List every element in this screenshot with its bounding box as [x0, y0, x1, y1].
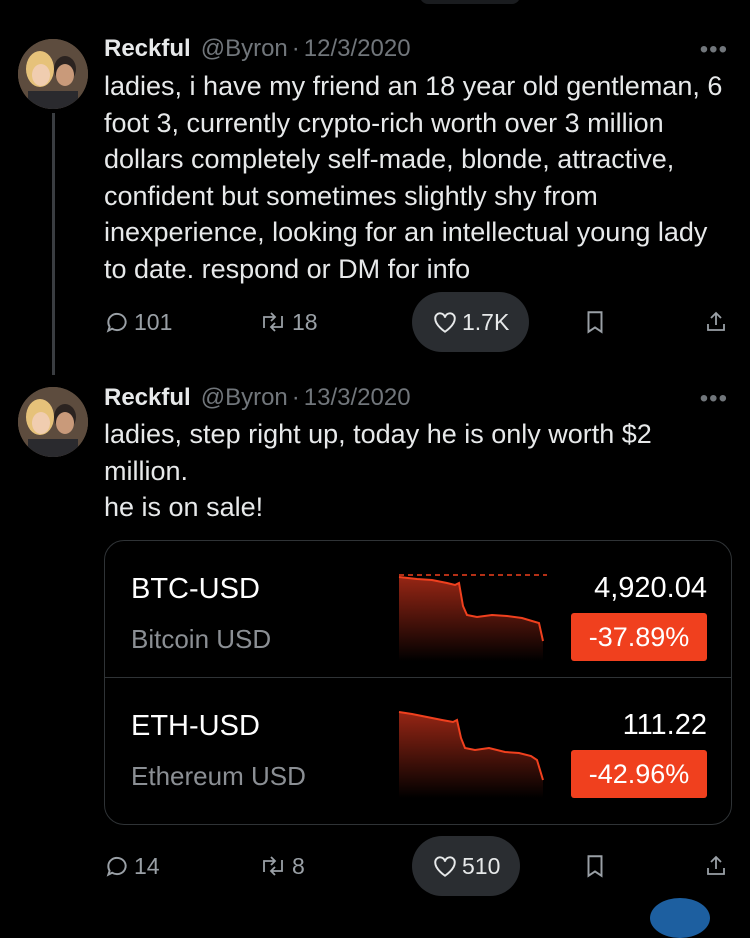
display-name[interactable]: Reckful — [104, 35, 191, 63]
tweet-text: ladies, step right up, today he is only … — [104, 416, 704, 526]
tweet-text: ladies, i have my friend an 18 year old … — [104, 68, 734, 287]
ticker-name: Ethereum USD — [131, 761, 306, 791]
ticker-symbol: ETH-USD — [131, 710, 260, 742]
price-sparkline — [398, 711, 544, 798]
top-edge-element — [420, 0, 520, 4]
more-icon[interactable]: ••• — [700, 36, 728, 64]
like-button[interactable]: 1.7K — [412, 292, 530, 352]
tweet-date[interactable]: 12/3/2020 — [304, 35, 411, 63]
like-icon — [434, 856, 456, 877]
like-icon — [434, 312, 456, 333]
like-count: 510 — [462, 852, 501, 879]
avatar[interactable] — [18, 387, 88, 457]
ticker-price: 4,920.04 — [594, 572, 707, 604]
floating-compose-button[interactable] — [650, 898, 710, 938]
change-badge: -42.96% — [571, 750, 707, 798]
tweet-header: Reckful @Byron · 12/3/2020 — [104, 34, 411, 64]
reply-button[interactable]: 14 — [104, 836, 160, 896]
tweet-text-line: ladies, step right up, today he is only … — [104, 419, 652, 486]
bookmark-icon — [587, 311, 603, 334]
ticker-row[interactable]: BTC-USD Bitcoin USD 4,920.04 -37.89% — [105, 541, 731, 677]
share-button[interactable] — [704, 836, 732, 896]
share-icon — [707, 855, 725, 875]
repost-icon — [263, 312, 283, 332]
ticker-price: 111.22 — [622, 709, 707, 741]
tweet-text-content: ladies, i have my friend an 18 year old … — [104, 71, 723, 284]
ticker-name: Bitcoin USD — [131, 624, 272, 654]
reply-icon — [106, 312, 127, 333]
like-button[interactable]: 510 — [412, 836, 521, 896]
share-icon — [707, 311, 725, 331]
thread-connector-line — [52, 113, 55, 375]
ticker-symbol: BTC-USD — [131, 573, 260, 605]
reply-button[interactable]: 101 — [104, 292, 172, 352]
reply-icon — [106, 856, 127, 877]
repost-icon — [263, 856, 283, 876]
share-button[interactable] — [704, 292, 732, 352]
tweet-actions: 101 18 1.7K — [104, 292, 730, 352]
display-name[interactable]: Reckful — [104, 384, 191, 412]
reply-count: 14 — [134, 852, 160, 879]
repost-count: 8 — [292, 852, 305, 879]
separator-dot: · — [291, 384, 300, 411]
repost-button[interactable]: 18 — [258, 292, 318, 352]
tweet-header: Reckful @Byron · 13/3/2020 — [104, 383, 411, 413]
repost-count: 18 — [292, 308, 318, 335]
user-handle[interactable]: @Byron — [201, 35, 288, 63]
price-sparkline — [398, 574, 547, 661]
bookmark-button[interactable] — [584, 836, 610, 896]
tweet-text-line: he is on sale! — [104, 492, 264, 522]
change-badge: -37.89% — [571, 613, 707, 661]
tweet-date[interactable]: 13/3/2020 — [304, 384, 411, 412]
avatar[interactable] — [18, 39, 88, 109]
finance-card[interactable]: BTC-USD Bitcoin USD 4,920.04 -37.89% ETH… — [104, 540, 732, 825]
tweet-actions: 14 8 510 — [104, 836, 730, 896]
bookmark-icon — [587, 855, 603, 878]
bookmark-button[interactable] — [584, 292, 610, 352]
user-handle[interactable]: @Byron — [201, 384, 288, 412]
separator-dot: · — [291, 35, 300, 62]
reply-count: 101 — [134, 308, 173, 335]
like-count: 1.7K — [462, 308, 510, 335]
ticker-row[interactable]: ETH-USD Ethereum USD 111.22 -42.96% — [105, 677, 731, 814]
repost-button[interactable]: 8 — [258, 836, 305, 896]
more-icon[interactable]: ••• — [700, 385, 728, 413]
